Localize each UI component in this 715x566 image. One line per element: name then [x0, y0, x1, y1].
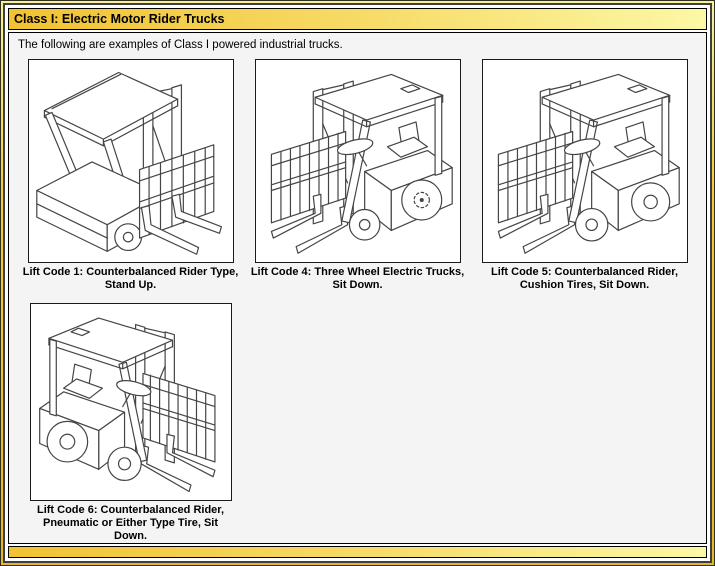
- header-bar: Class I: Electric Motor Rider Trucks: [8, 8, 707, 30]
- truck-figure: Lift Code 5: Counterbalanced Rider, Cush…: [471, 59, 698, 292]
- standup-counterbalanced-forklift-illustration: [33, 63, 229, 259]
- inner-frame: Class I: Electric Motor Rider Trucks The…: [3, 3, 712, 563]
- truck-image-box: [28, 59, 234, 263]
- content-panel: The following are examples of Class I po…: [8, 32, 707, 544]
- truck-image-box: [482, 59, 688, 263]
- truck-caption: Lift Code 1: Counterbalanced Rider Type,…: [17, 266, 244, 292]
- three-wheel-sit-down-forklift-illustration: [260, 63, 456, 259]
- page-frame: Class I: Electric Motor Rider Trucks The…: [0, 0, 715, 566]
- truck-image-box: [255, 59, 461, 263]
- trucks-grid: Lift Code 1: Counterbalanced Rider Type,…: [17, 59, 698, 543]
- cushion-tire-sit-down-forklift-illustration: [487, 63, 683, 259]
- truck-image-box: [30, 303, 232, 501]
- truck-caption: Lift Code 4: Three Wheel Electric Trucks…: [244, 266, 471, 292]
- page-title: Class I: Electric Motor Rider Trucks: [14, 12, 225, 26]
- intro-text: The following are examples of Class I po…: [18, 39, 698, 51]
- truck-caption: Lift Code 6: Counterbalanced Rider, Pneu…: [27, 504, 235, 543]
- truck-figure: Lift Code 1: Counterbalanced Rider Type,…: [17, 59, 244, 292]
- truck-caption: Lift Code 5: Counterbalanced Rider, Cush…: [471, 266, 698, 292]
- footer-bar: [8, 546, 707, 558]
- truck-figure: Lift Code 6: Counterbalanced Rider, Pneu…: [27, 303, 235, 543]
- pneumatic-tire-sit-down-forklift-illustration: [35, 307, 227, 497]
- truck-figure: Lift Code 4: Three Wheel Electric Trucks…: [244, 59, 471, 292]
